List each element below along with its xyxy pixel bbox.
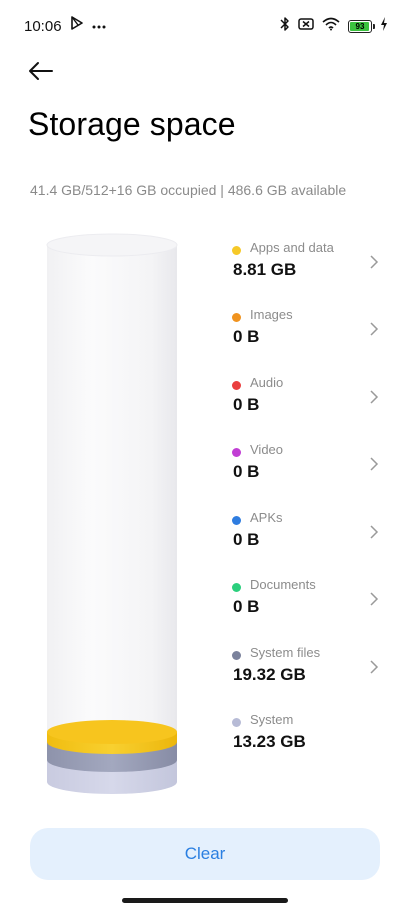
category-size: 0 B <box>233 395 260 414</box>
category-audio[interactable]: Audio 0 B <box>230 375 380 431</box>
chevron-right-icon <box>370 322 379 336</box>
charging-icon <box>380 17 388 36</box>
category-size: 8.81 GB <box>233 260 297 279</box>
category-name: System <box>250 712 294 727</box>
bluetooth-icon <box>280 16 290 37</box>
category-color-dot <box>232 246 241 255</box>
arrow-left-icon <box>29 62 53 80</box>
category-system-files[interactable]: System files 19.32 GB <box>230 645 380 701</box>
category-system: System 13.23 GB <box>230 712 380 768</box>
category-size: 0 B <box>233 327 260 346</box>
category-color-dot <box>232 651 241 660</box>
battery-level: 93 <box>355 22 365 31</box>
category-size: 13.23 GB <box>233 732 306 751</box>
category-size: 19.32 GB <box>233 665 306 684</box>
wifi-icon <box>322 17 340 36</box>
no-sim-icon <box>298 17 314 36</box>
status-bar: 10:06 93 <box>0 0 410 52</box>
storage-summary: 41.4 GB/512+16 GB occupied | 486.6 GB av… <box>30 182 347 198</box>
category-name: Apps and data <box>250 240 334 255</box>
category-name: Documents <box>250 577 316 592</box>
category-color-dot <box>232 516 241 525</box>
back-button[interactable] <box>26 56 58 86</box>
category-apps-and-data[interactable]: Apps and data 8.81 GB <box>230 240 380 296</box>
clear-button[interactable]: Clear <box>30 828 380 880</box>
category-size: 0 B <box>233 597 260 616</box>
home-indicator[interactable] <box>122 898 288 903</box>
category-images[interactable]: Images 0 B <box>230 307 380 363</box>
category-color-dot <box>232 381 241 390</box>
category-color-dot <box>232 313 241 322</box>
category-color-dot <box>232 583 241 592</box>
category-color-dot <box>232 448 241 457</box>
storage-cylinder-chart <box>46 233 178 794</box>
category-size: 0 B <box>233 530 260 549</box>
chevron-right-icon <box>370 525 379 539</box>
category-size: 0 B <box>233 462 260 481</box>
category-video[interactable]: Video 0 B <box>230 442 380 498</box>
more-dots-icon <box>92 17 106 35</box>
page-title: Storage space <box>28 106 236 142</box>
category-documents[interactable]: Documents 0 B <box>230 577 380 633</box>
category-name: APKs <box>250 510 283 525</box>
category-name: Video <box>250 442 284 457</box>
category-apks[interactable]: APKs 0 B <box>230 510 380 566</box>
battery-icon: 93 <box>348 20 375 33</box>
chevron-right-icon <box>370 457 379 471</box>
category-name: Images <box>250 307 293 322</box>
category-name: Audio <box>250 375 284 390</box>
chevron-right-icon <box>370 592 379 606</box>
status-time: 10:06 <box>24 18 62 35</box>
chevron-right-icon <box>370 660 379 674</box>
chevron-right-icon <box>370 390 379 404</box>
category-name: System files <box>250 645 321 660</box>
category-color-dot <box>232 718 241 727</box>
play-store-icon <box>70 16 84 35</box>
chevron-right-icon <box>370 255 379 269</box>
